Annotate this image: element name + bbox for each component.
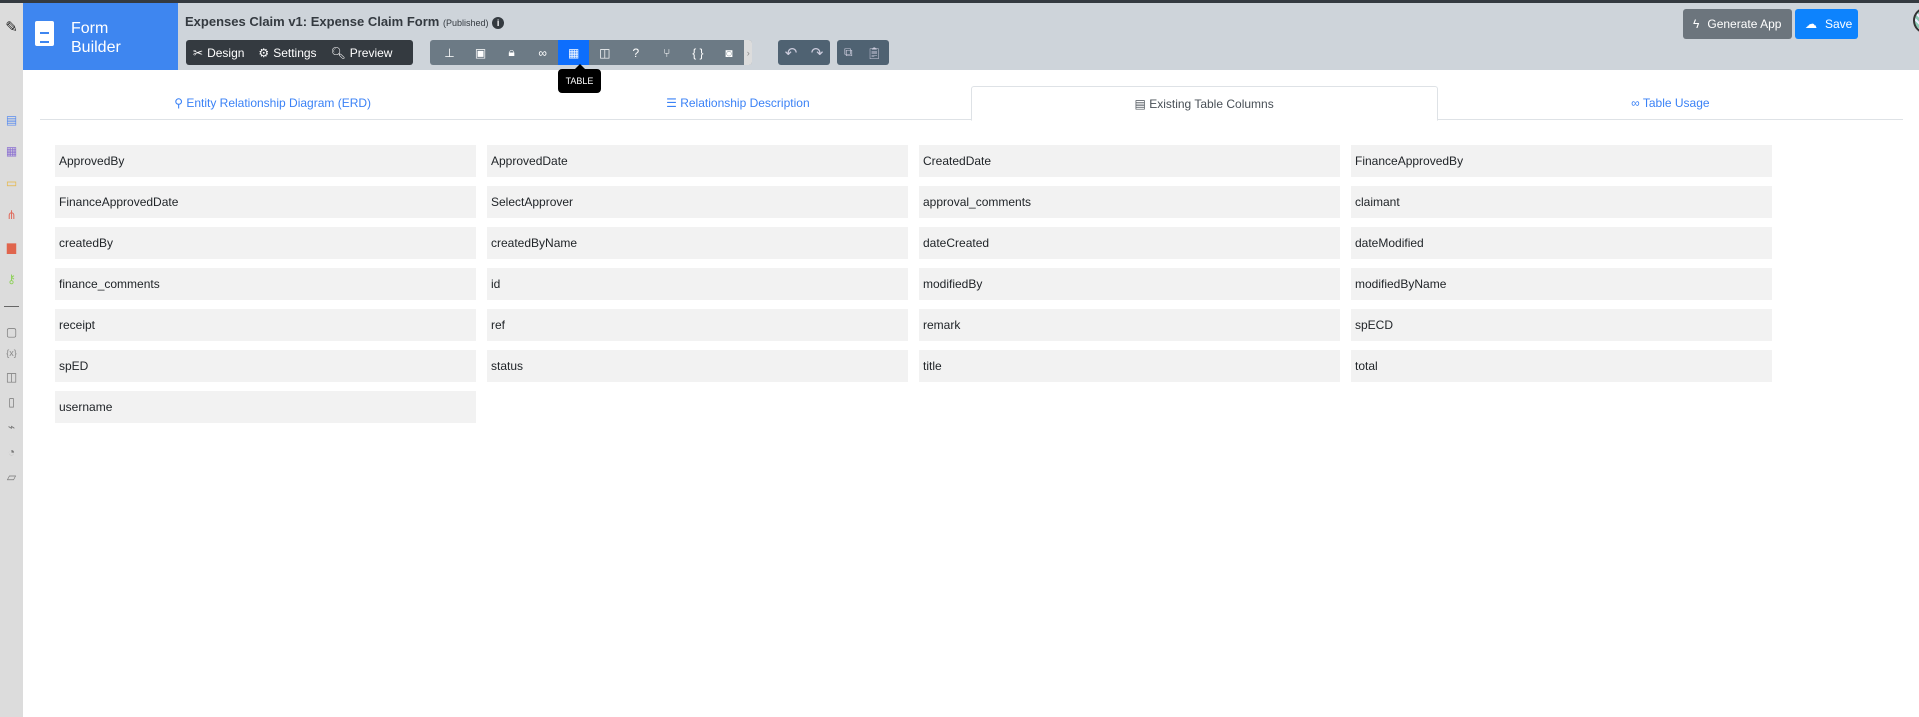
translate-icon[interactable]: ◫ <box>4 370 19 385</box>
pdf-icon[interactable]: ▆ <box>4 240 19 255</box>
erd-icon: ⚲ <box>174 96 187 110</box>
header: Form Builder Expenses Claim v1: Expense … <box>23 3 1919 70</box>
column-item: status <box>487 350 908 382</box>
column-item: receipt <box>55 309 476 341</box>
undo-icon[interactable]: ↶ <box>785 44 798 62</box>
monitor-icon[interactable]: ▭ <box>4 176 19 191</box>
column-item: dateModified <box>1351 227 1772 259</box>
history-toolbar: ↶ ↷ <box>778 40 830 65</box>
import-icon[interactable]: ▣ <box>465 40 496 65</box>
column-item: dateCreated <box>919 227 1340 259</box>
script-icon[interactable]: ▱ <box>4 470 19 485</box>
design-button[interactable]: ✂ Design <box>186 46 251 60</box>
report-icon[interactable]: ▯ <box>4 395 19 410</box>
column-item: CreatedDate <box>919 145 1340 177</box>
preview-label: Preview <box>349 45 393 60</box>
binoculars-icon[interactable]: ∞ <box>527 40 558 65</box>
column-item: FinanceApprovedBy <box>1351 145 1772 177</box>
lock-icon[interactable]: 🔒︎ <box>496 40 527 65</box>
binoculars-icon: ∞ <box>1631 96 1643 110</box>
lightning-icon: ϟ <box>1693 17 1700 31</box>
dashboard-icon[interactable]: ◔ <box>4 445 19 460</box>
tab-relationship-description[interactable]: ☰ Relationship Description <box>505 86 970 119</box>
column-item: ref <box>487 309 908 341</box>
column-item: createdByName <box>487 227 908 259</box>
tools-toolbar: ⊥ ▣ 🔒︎ ∞ ▦ ◫ ? ⑂ { } ◙ › <box>430 40 752 65</box>
avatar[interactable] <box>1913 7 1919 34</box>
column-item: title <box>919 350 1340 382</box>
column-item: username <box>55 391 476 423</box>
table-icon: ▤ <box>1134 97 1150 111</box>
cloud-upload-icon: ☁ <box>1805 17 1817 31</box>
status-badge: (Published) <box>442 18 489 28</box>
translate-icon[interactable]: ◫ <box>589 40 620 65</box>
page-title: Expenses Claim v1: Expense Claim Form (P… <box>185 14 505 29</box>
form-title: Expenses Claim v1: Expense Claim Form <box>185 14 440 29</box>
design-label: Design <box>207 45 245 60</box>
preview-icon: 🔍︎ <box>330 45 346 60</box>
camera-icon[interactable]: ◙ <box>713 40 744 65</box>
column-item: ApprovedBy <box>55 145 476 177</box>
tab-bar: ⚲ Entity Relationship Diagram (ERD) ☰ Re… <box>40 86 1903 121</box>
design-icon: ✂ <box>193 45 204 60</box>
code-icon[interactable]: { } <box>682 40 713 65</box>
branch-icon[interactable]: ⑂ <box>651 40 682 65</box>
column-item: ApprovedDate <box>487 145 908 177</box>
column-item: createdBy <box>55 227 476 259</box>
preview-button[interactable]: 🔍︎ Preview <box>324 46 400 60</box>
info-icon[interactable]: i <box>492 16 505 29</box>
column-item: approval_comments <box>919 186 1340 218</box>
sidebar-divider <box>4 306 19 307</box>
document-icon <box>35 21 54 46</box>
clipboard-toolbar: ⧉ 📋︎ <box>837 40 889 65</box>
save-button[interactable]: ☁ Save <box>1795 9 1858 39</box>
brand: Form Builder <box>23 3 178 70</box>
form-icon[interactable]: ▤ <box>4 113 19 128</box>
workflow-icon[interactable]: ⋔ <box>4 208 19 223</box>
column-item: finance_comments <box>55 268 476 300</box>
tab-table-usage[interactable]: ∞ Table Usage <box>1438 86 1903 119</box>
column-item: claimant <box>1351 186 1772 218</box>
sidebar: ✎ ▤ ▦ ▭ ⋔ ▆ ⚷ ▢ {x} ◫ ▯ ⌁ ◔ ▱ <box>0 3 23 717</box>
mode-toolbar: ✂ Design ⚙ Settings 🔍︎ Preview <box>186 40 413 65</box>
chevron-right-icon[interactable]: › <box>744 40 752 65</box>
save-label: Save <box>1825 17 1853 31</box>
brand-title: Form Builder <box>71 20 121 56</box>
tab-label: Entity Relationship Diagram (ERD) <box>186 96 372 110</box>
variable-icon[interactable]: {x} <box>4 346 19 361</box>
tab-label: Relationship Description <box>680 96 810 110</box>
gear-icon: ⚙ <box>258 45 270 60</box>
copy-icon[interactable]: ⧉ <box>844 45 853 60</box>
settings-button[interactable]: ⚙ Settings <box>251 46 323 60</box>
column-item: spECD <box>1351 309 1772 341</box>
hierarchy-icon[interactable]: ⊥ <box>434 40 465 65</box>
redo-icon[interactable]: ↷ <box>811 44 824 62</box>
edit-icon[interactable]: ✎ <box>4 20 19 35</box>
column-item: id <box>487 268 908 300</box>
column-item: remark <box>919 309 1340 341</box>
tab-existing-table-columns[interactable]: ▤ Existing Table Columns <box>970 86 1438 121</box>
column-item: spED <box>55 350 476 382</box>
tab-erd[interactable]: ⚲ Entity Relationship Diagram (ERD) <box>40 86 505 119</box>
help-icon[interactable]: ? <box>620 40 651 65</box>
generate-app-label: Generate App <box>1707 17 1782 31</box>
tab-label: Table Usage <box>1642 96 1710 110</box>
plugin-icon[interactable]: ⌁ <box>4 420 19 435</box>
tab-label: Existing Table Columns <box>1149 97 1274 111</box>
table-icon[interactable]: ▦ <box>558 40 590 65</box>
table-icon[interactable]: ▦ <box>4 144 19 159</box>
settings-label: Settings <box>273 45 317 60</box>
paste-icon[interactable]: 📋︎ <box>867 46 882 60</box>
column-item: FinanceApprovedDate <box>55 186 476 218</box>
columns-grid: ApprovedBy ApprovedDate CreatedDate Finance… <box>55 145 1772 423</box>
column-item: modifiedBy <box>919 268 1340 300</box>
column-item: SelectApprover <box>487 186 908 218</box>
list-icon: ☰ <box>666 96 681 110</box>
key-icon[interactable]: ⚷ <box>4 272 19 287</box>
column-item: total <box>1351 350 1772 382</box>
column-item: modifiedByName <box>1351 268 1772 300</box>
generate-app-button[interactable]: ϟ Generate App <box>1683 9 1792 39</box>
note-icon[interactable]: ▢ <box>4 325 19 340</box>
